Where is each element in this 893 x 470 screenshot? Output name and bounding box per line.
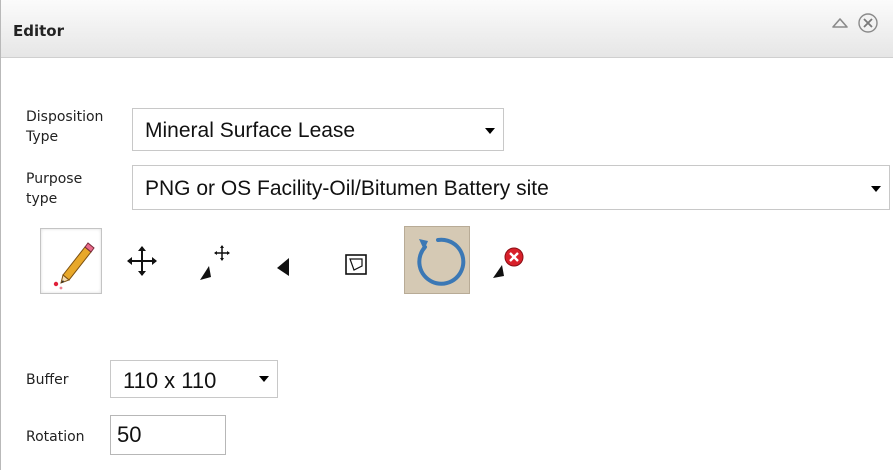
purpose-type-select[interactable]: PNG or OS Facility-Oil/Bitumen Battery s… <box>132 165 890 210</box>
chevron-down-icon <box>485 128 495 134</box>
draw-pencil-tool[interactable] <box>40 228 102 294</box>
panel-title: Editor <box>13 22 64 40</box>
disposition-type-select[interactable]: Mineral Surface Lease <box>132 108 504 151</box>
delete-vertex-icon <box>493 247 524 278</box>
move-vertex-tool[interactable] <box>182 228 244 294</box>
panel-header: Editor <box>1 0 893 58</box>
disposition-type-label-line1: Disposition <box>26 109 104 125</box>
collapse-triangle-icon[interactable] <box>829 12 851 34</box>
delete-vertex-tool[interactable] <box>479 228 541 294</box>
disposition-type-label-line2: Type <box>26 129 59 145</box>
move-tool[interactable] <box>111 228 173 294</box>
rotation-input[interactable] <box>110 415 226 455</box>
pencil-icon <box>53 242 95 290</box>
chevron-down-icon <box>871 186 881 192</box>
purpose-type-label-line2: type <box>26 191 58 207</box>
buffer-value: 110 x 110 <box>123 368 217 393</box>
move-arrows-icon <box>127 246 157 276</box>
select-vertex-tool[interactable] <box>253 228 315 294</box>
editor-panel: Editor Disposition Type Mineral Surface … <box>0 0 893 470</box>
buffer-label: Buffer <box>26 372 69 388</box>
close-circle-icon[interactable] <box>857 12 879 34</box>
rotate-circle-icon <box>417 237 466 286</box>
chevron-down-icon <box>259 376 269 382</box>
vertex-move-icon <box>200 245 230 280</box>
vertex-pointer-icon <box>277 258 289 276</box>
rotate-tool[interactable] <box>404 226 470 294</box>
purpose-type-label-line1: Purpose <box>26 171 83 187</box>
purpose-type-value: PNG or OS Facility-Oil/Bitumen Battery s… <box>145 177 549 200</box>
rotation-label: Rotation <box>26 429 85 445</box>
reshape-tool[interactable] <box>324 228 386 294</box>
buffer-select[interactable]: 110 x 110 <box>110 360 278 398</box>
disposition-type-value: Mineral Surface Lease <box>145 119 356 142</box>
reshape-square-icon <box>345 254 367 275</box>
